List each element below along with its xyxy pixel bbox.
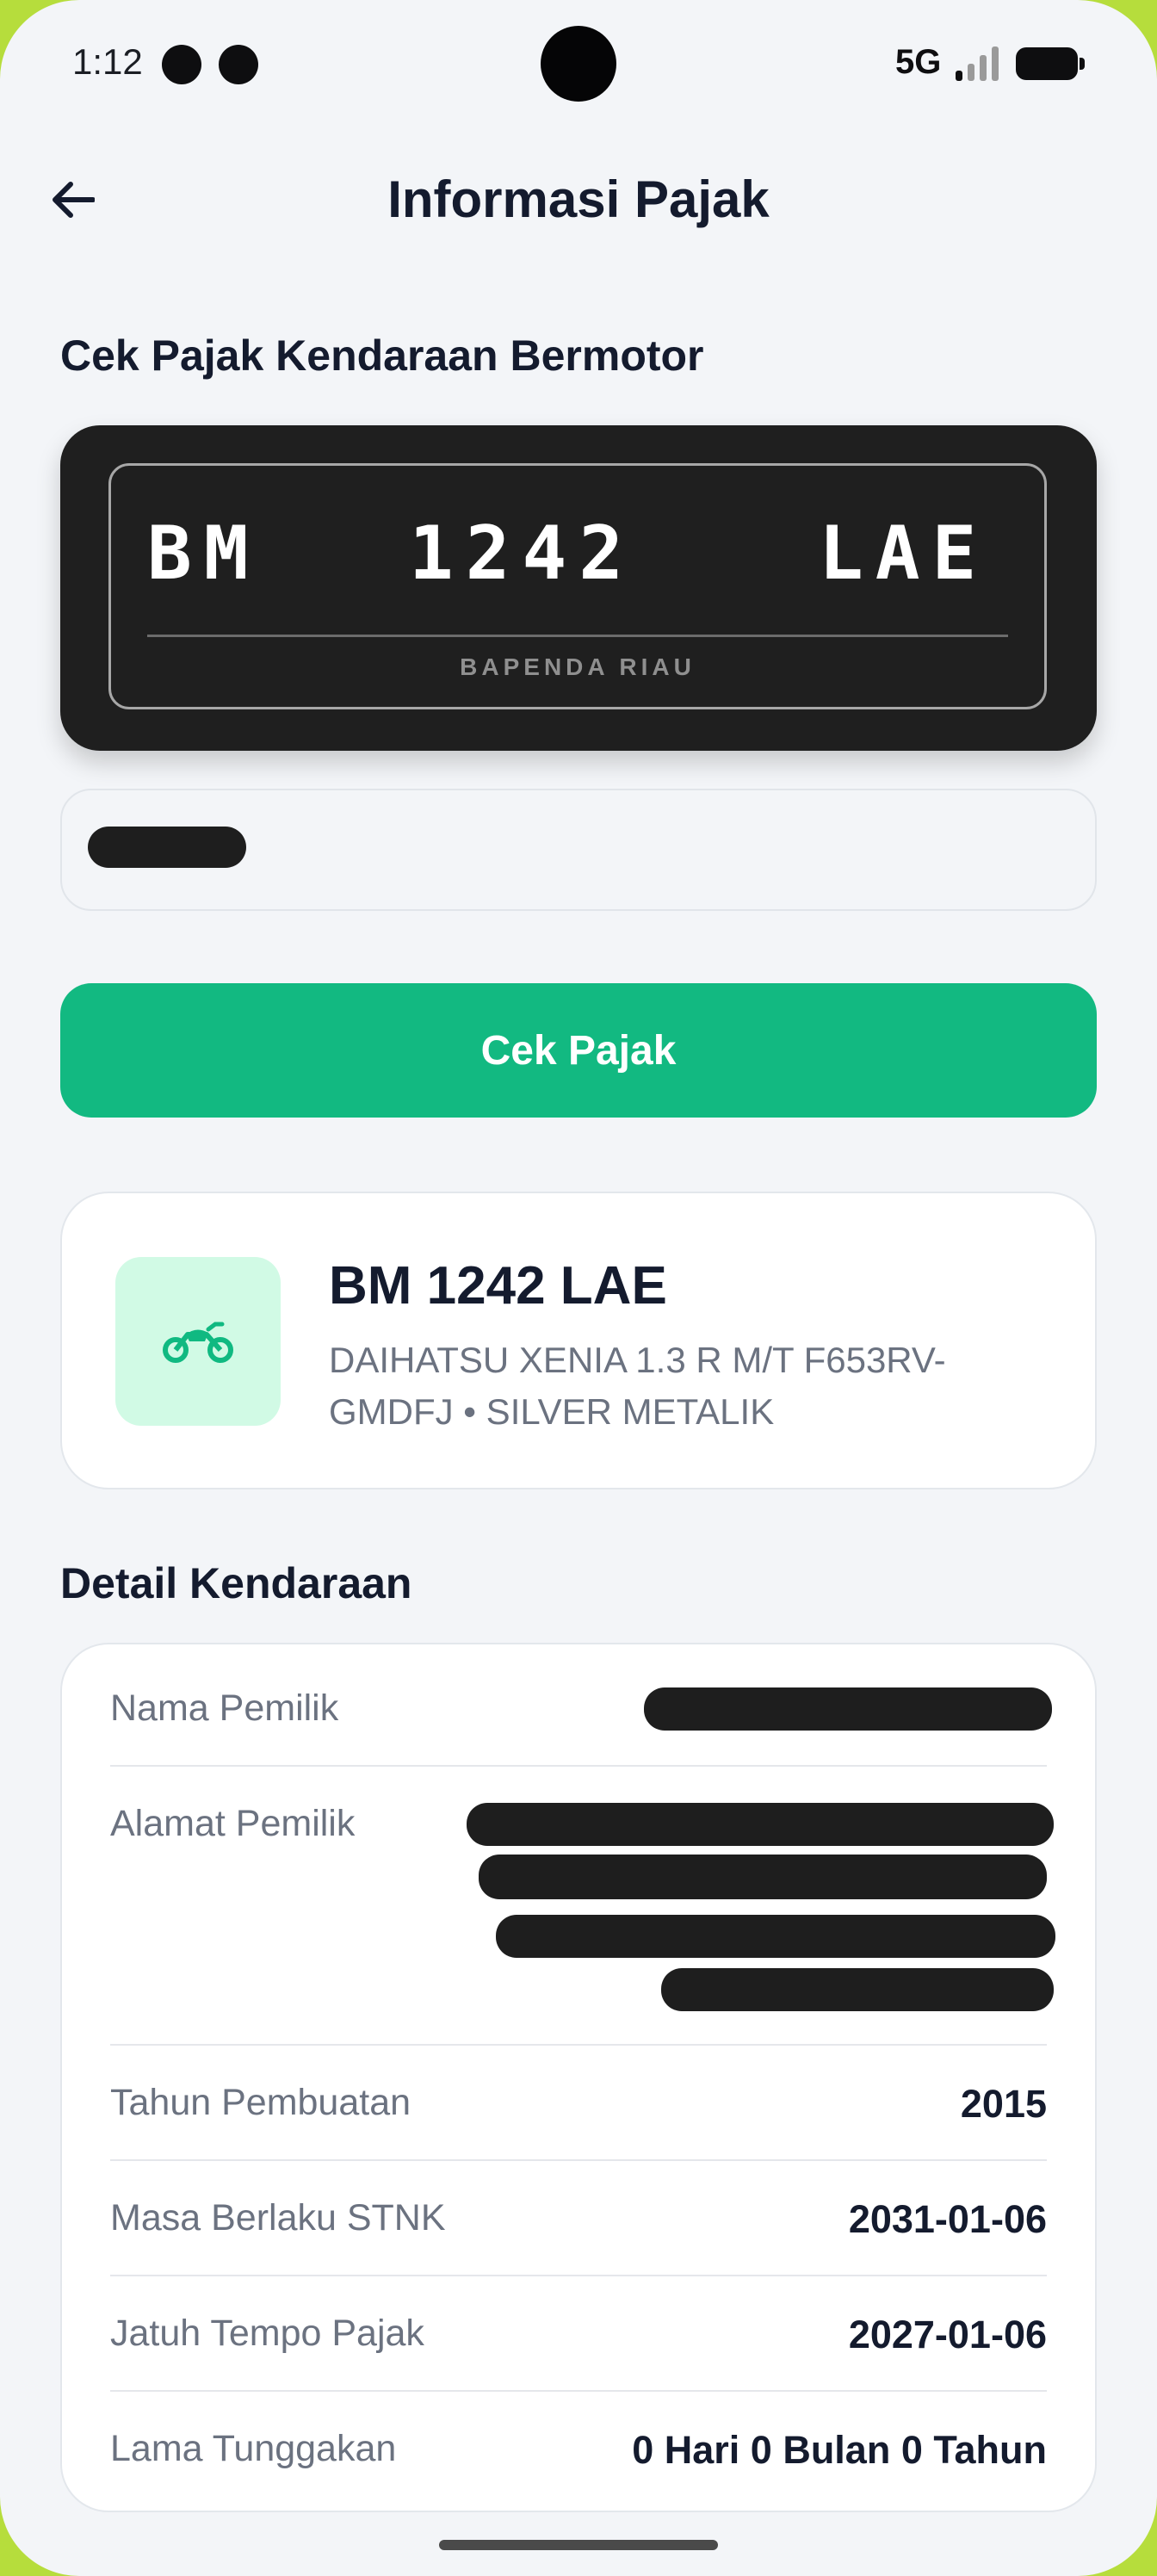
- license-plate-display: BM 1242 LAE BAPENDA RIAU: [60, 425, 1097, 751]
- back-button[interactable]: [41, 169, 103, 231]
- detail-label: Jatuh Tempo Pajak: [110, 2313, 424, 2354]
- section-title-cek-pajak: Cek Pajak Kendaraan Bermotor: [60, 331, 704, 380]
- redacted-input-value: [88, 827, 246, 868]
- detail-row-owner-address: Alamat Pemilik: [110, 1803, 1055, 2018]
- signal-icon: [956, 46, 1000, 81]
- motorcycle-icon: [163, 1322, 233, 1363]
- detail-row-arrears: Lama Tunggakan 0 Hari 0 Bulan 0 Tahun: [110, 2428, 1047, 2480]
- detail-value: 0 Hari 0 Bulan 0 Tahun: [632, 2428, 1047, 2472]
- redacted-owner-name: [644, 1687, 1052, 1731]
- detail-label: Lama Tunggakan: [110, 2428, 397, 2469]
- plate-number: 1242: [409, 511, 636, 597]
- detail-value: 2015: [960, 2082, 1047, 2126]
- divider: [110, 2275, 1047, 2276]
- owner-input-field[interactable]: [60, 789, 1097, 911]
- detail-label: Alamat Pemilik: [110, 1803, 356, 1844]
- cek-pajak-button[interactable]: Cek Pajak: [60, 983, 1097, 1118]
- detail-label: Masa Berlaku STNK: [110, 2197, 446, 2239]
- detail-value: 2027-01-06: [848, 2313, 1047, 2356]
- plate-frame: BM 1242 LAE BAPENDA RIAU: [108, 463, 1047, 709]
- divider: [110, 2044, 1047, 2046]
- vehicle-summary-card: BM 1242 LAE DAIHATSU XENIA 1.3 R M/T F65…: [60, 1192, 1097, 1489]
- divider: [110, 1765, 1047, 1767]
- detail-row-tax-due: Jatuh Tempo Pajak 2027-01-06: [110, 2313, 1047, 2364]
- vehicle-plate-number: BM 1242 LAE: [329, 1256, 667, 1316]
- detail-label: Tahun Pembuatan: [110, 2082, 411, 2123]
- battery-icon: [1016, 47, 1085, 80]
- camera-cutout: [541, 26, 616, 102]
- detail-label: Nama Pemilik: [110, 1687, 339, 1729]
- divider: [110, 2390, 1047, 2392]
- arrow-left-icon: [53, 182, 95, 218]
- notification-dot-icon: [219, 45, 258, 84]
- redacted-address-line: [467, 1803, 1054, 1846]
- network-type: 5G: [895, 43, 942, 81]
- redacted-address-line: [661, 1968, 1054, 2011]
- notification-dot-icon: [162, 45, 201, 84]
- plate-caption: BAPENDA RIAU: [460, 653, 696, 680]
- home-indicator[interactable]: [439, 2540, 718, 2550]
- section-title-detail: Detail Kendaraan: [60, 1559, 412, 1607]
- detail-row-owner-name: Nama Pemilik: [110, 1687, 1052, 1739]
- page-title: Informasi Pajak: [387, 170, 770, 228]
- vehicle-icon-container: [115, 1257, 281, 1426]
- status-time: 1:12: [72, 41, 143, 82]
- plate-suffix: LAE: [819, 511, 989, 597]
- divider: [110, 2159, 1047, 2161]
- redacted-address-line: [496, 1915, 1055, 1958]
- detail-row-stnk-validity: Masa Berlaku STNK 2031-01-06: [110, 2197, 1047, 2249]
- plate-region: BM: [147, 511, 261, 597]
- status-bar: 1:12 5G: [0, 0, 1157, 129]
- plate-divider: [147, 635, 1008, 637]
- vehicle-detail-card: Nama Pemilik Alamat Pemilik Tahun Pembua…: [60, 1643, 1097, 2512]
- detail-value: 2031-01-06: [848, 2197, 1047, 2241]
- redacted-address-line: [479, 1855, 1047, 1899]
- vehicle-description: DAIHATSU XENIA 1.3 R M/T F653RV-GMDFJ • …: [329, 1340, 946, 1432]
- detail-row-manufacture-year: Tahun Pembuatan 2015: [110, 2082, 1047, 2133]
- phone-screen: 1:12 5G Informasi Pajak Cek Pajak Kendar…: [0, 0, 1157, 2576]
